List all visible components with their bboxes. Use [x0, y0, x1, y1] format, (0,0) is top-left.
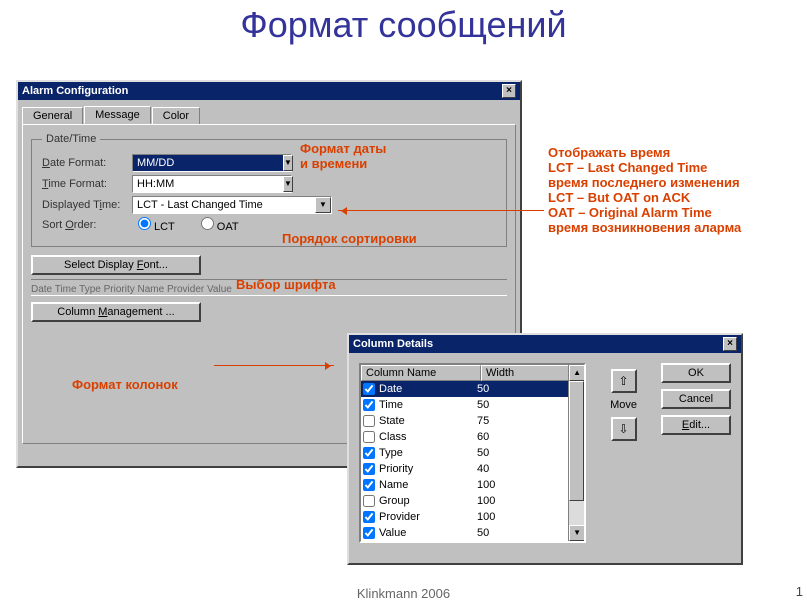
row-checkbox[interactable]	[363, 447, 375, 459]
table-row[interactable]: State75	[361, 413, 584, 429]
date-format-combo[interactable]: ▼	[132, 154, 292, 172]
cancel-button[interactable]: Cancel	[661, 389, 731, 409]
sort-lct-radio[interactable]: LCT	[132, 217, 175, 233]
tabstrip: General Message Color	[22, 106, 520, 124]
time-format-combo[interactable]: ▼	[132, 175, 292, 193]
move-group: ⇧ Move ⇩	[610, 363, 637, 543]
annotation-displayed-time: Отображать время LCT – Last Changed Time…	[548, 146, 741, 236]
displayed-time-combo[interactable]: ▼	[132, 196, 332, 214]
columns-list[interactable]: Column Name Width Date50Time50State75Cla…	[359, 363, 586, 543]
window-title: Alarm Configuration	[22, 85, 128, 97]
titlebar[interactable]: Column Details ×	[349, 335, 741, 353]
row-name: Class	[379, 431, 477, 443]
date-format-value[interactable]	[133, 155, 283, 171]
tab-color[interactable]: Color	[152, 107, 200, 125]
column-management-button[interactable]: Column Management ...	[31, 302, 201, 322]
columns-header: Column Name Width	[361, 365, 584, 381]
close-icon[interactable]: ×	[723, 337, 737, 351]
table-row[interactable]: Value50	[361, 525, 584, 541]
row-width: 100	[477, 479, 495, 491]
row-checkbox[interactable]	[363, 431, 375, 443]
row-name: Date	[379, 383, 477, 395]
page-number: 1	[796, 584, 803, 599]
scroll-thumb[interactable]	[569, 381, 584, 501]
row-name: Group	[379, 495, 477, 507]
move-up-button[interactable]: ⇧	[611, 369, 637, 393]
move-down-button[interactable]: ⇩	[611, 417, 637, 441]
row-checkbox[interactable]	[363, 399, 375, 411]
sort-oat-radio[interactable]: OAT	[195, 217, 239, 233]
row-width: 100	[477, 511, 495, 523]
close-icon[interactable]: ×	[502, 84, 516, 98]
date-format-label: DDate Format:ate Format:	[42, 157, 132, 169]
row-name: Value	[379, 527, 477, 539]
ok-button[interactable]: OK	[661, 363, 731, 383]
time-format-label: Time Format:	[42, 178, 132, 190]
row-name: Name	[379, 479, 477, 491]
sort-order-label: Sort Order:	[42, 219, 132, 231]
header-column-name[interactable]: Column Name	[361, 365, 481, 381]
chevron-down-icon[interactable]: ▼	[283, 155, 293, 171]
scrollbar[interactable]: ▲ ▼	[568, 365, 584, 541]
displayed-time-value[interactable]	[133, 197, 315, 213]
chevron-down-icon[interactable]: ▼	[283, 176, 293, 192]
window-title: Column Details	[353, 338, 433, 350]
row-checkbox[interactable]	[363, 511, 375, 523]
chevron-down-icon[interactable]: ▼	[315, 197, 331, 213]
table-row[interactable]: Type50	[361, 445, 584, 461]
row-name: Type	[379, 447, 477, 459]
row-width: 50	[477, 447, 489, 459]
time-format-value[interactable]	[133, 176, 283, 192]
table-row[interactable]: Date50	[361, 381, 584, 397]
scroll-down-icon[interactable]: ▼	[569, 525, 585, 541]
datetime-group: Date/Time DDate Format:ate Format: ▼ Tim…	[31, 133, 507, 247]
row-checkbox[interactable]	[363, 479, 375, 491]
row-checkbox[interactable]	[363, 463, 375, 475]
annotation-arrow	[338, 210, 544, 211]
row-name: Priority	[379, 463, 477, 475]
row-width: 75	[477, 415, 489, 427]
row-checkbox[interactable]	[363, 415, 375, 427]
table-row[interactable]: Group100	[361, 493, 584, 509]
row-width: 40	[477, 463, 489, 475]
row-width: 100	[477, 495, 495, 507]
annotation-columns: Формат колонок	[72, 378, 178, 393]
page-title: Формат сообщений	[0, 4, 807, 46]
row-checkbox[interactable]	[363, 383, 375, 395]
annotation-date-format: Формат даты и времени	[300, 142, 386, 172]
table-row[interactable]: Time50	[361, 397, 584, 413]
annotation-font: Выбор шрифта	[236, 278, 336, 293]
table-row[interactable]: Priority40	[361, 461, 584, 477]
row-width: 50	[477, 383, 489, 395]
row-name: State	[379, 415, 477, 427]
row-width: 50	[477, 399, 489, 411]
table-row[interactable]: Name100	[361, 477, 584, 493]
table-row[interactable]: Provider100	[361, 509, 584, 525]
row-name: Provider	[379, 511, 477, 523]
annotation-sort-order: Порядок сортировки	[282, 232, 417, 247]
footer: Klinkmann 2006	[0, 586, 807, 601]
row-checkbox[interactable]	[363, 495, 375, 507]
tab-message[interactable]: Message	[84, 106, 151, 124]
displayed-time-label: Displayed Time:	[42, 199, 132, 211]
tab-general[interactable]: General	[22, 107, 83, 125]
row-checkbox[interactable]	[363, 527, 375, 539]
radio-oat[interactable]	[201, 217, 214, 230]
row-width: 50	[477, 527, 489, 539]
scroll-up-icon[interactable]: ▲	[569, 365, 585, 381]
radio-lct[interactable]	[138, 217, 151, 230]
select-font-button[interactable]: Select Display Font...	[31, 255, 201, 275]
table-row[interactable]: Class60	[361, 429, 584, 445]
column-details-window: Column Details × Column Name Width Date5…	[347, 333, 743, 565]
move-label: Move	[610, 399, 637, 411]
titlebar[interactable]: Alarm Configuration ×	[18, 82, 520, 100]
row-width: 60	[477, 431, 489, 443]
annotation-arrow	[214, 365, 334, 366]
edit-button[interactable]: Edit...	[661, 415, 731, 435]
group-legend: Date/Time	[42, 133, 100, 145]
row-name: Time	[379, 399, 477, 411]
